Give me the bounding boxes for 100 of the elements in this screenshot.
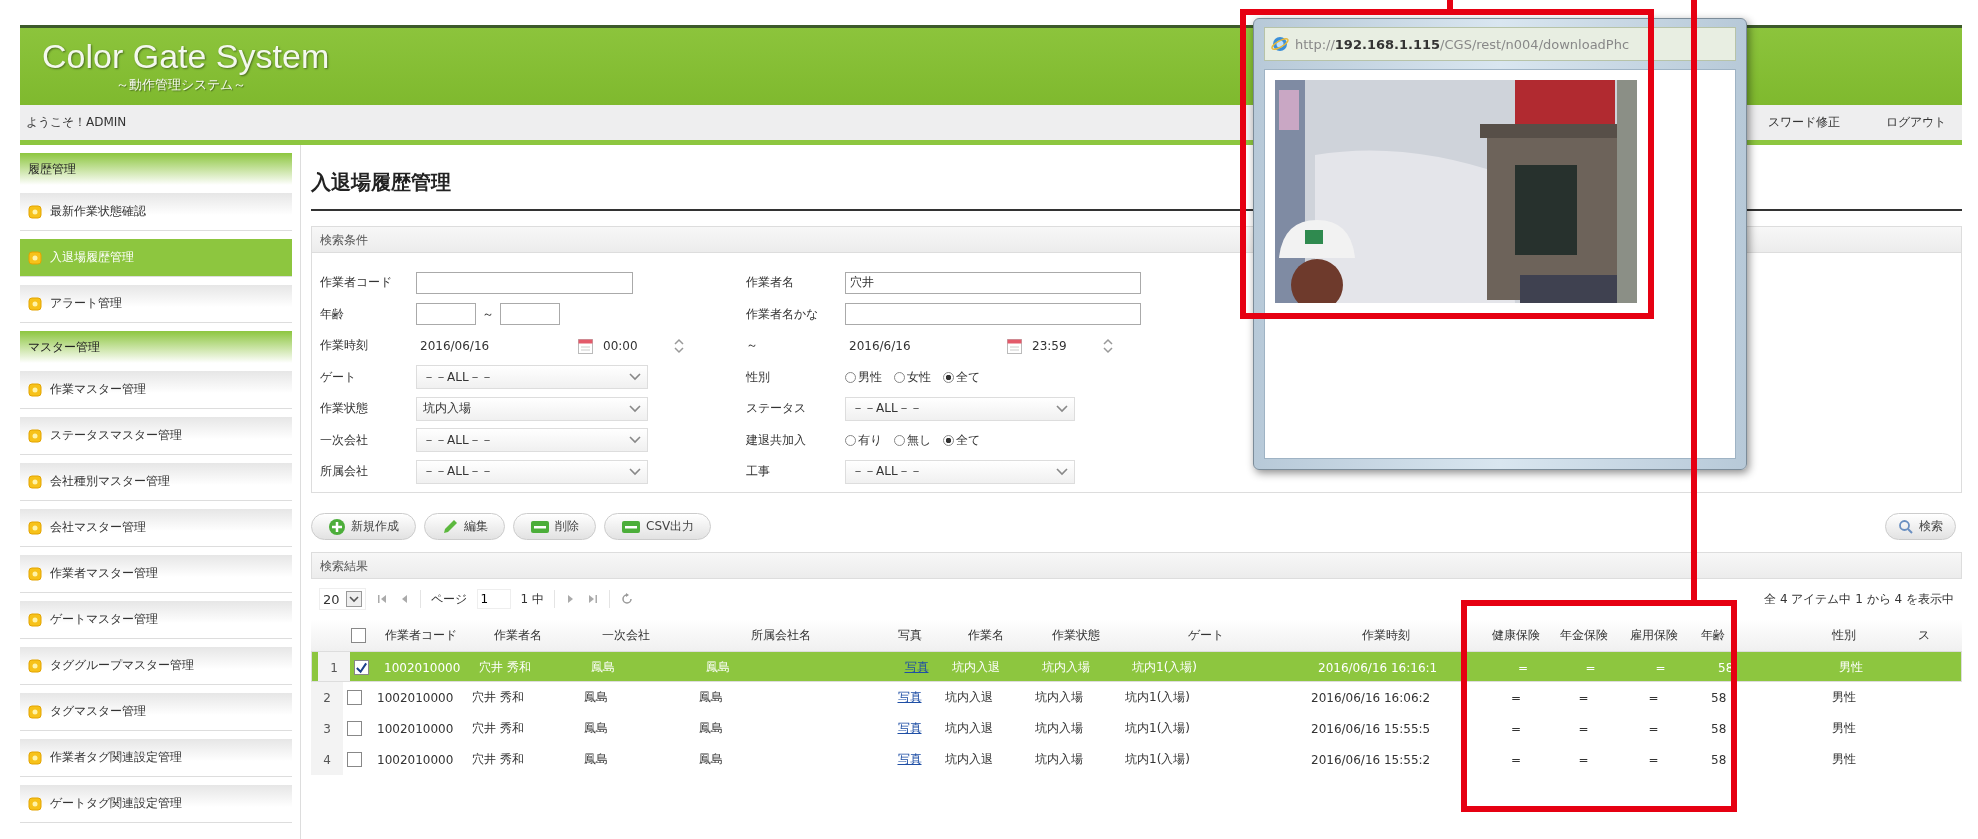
table-cell: 男性 [1838,659,1863,676]
column-header[interactable]: 作業者コード [373,619,468,651]
table-cell: = [1648,721,1659,736]
row-number: 1 [318,652,350,681]
column-header[interactable]: ス [1906,619,1958,651]
address-bar[interactable]: http://192.168.1.115/CGS/rest/n004/downloadPhc [1264,27,1736,61]
table-row[interactable]: 3 1002010000 穴井 秀和 鳳島 鳳島 写真 坑内入退 坑内入場 坑内1(入場) 2016/06/16 15:55:5 = = = 58 男性 [311,713,1962,744]
table-cell: 坑内入退 [945,720,993,737]
field-label: 年齢 [320,305,345,323]
table-cell: = [1655,660,1666,675]
column-header[interactable]: ゲート [1121,619,1291,651]
column-header[interactable]: 作業名 [941,619,1031,651]
column-header[interactable]: 健康保険 [1481,619,1551,651]
radio-label: 女性 [907,368,931,386]
select-field[interactable]: －－ALL－－ [416,365,648,390]
sidebar-item[interactable]: 作業者マスター管理 [20,555,292,593]
pager-summary: 全 4 アイテム中 1 から 4 を表示中 [1764,590,1954,608]
table-cell: 坑内入場 [1042,659,1090,676]
table-cell: 穴井 秀和 [472,720,524,737]
field-label: 作業者コード [320,274,393,292]
select-field[interactable]: －－ALL－－ [845,396,1075,421]
table-cell: 坑内入場 [1035,720,1083,737]
sidebar-item[interactable]: ステータスマスター管理 [20,417,292,455]
table-cell: 鳳島 [699,720,723,737]
radio-label: 無し [907,431,931,449]
table-cell: = [1578,690,1589,705]
row-number: 4 [311,744,343,775]
table-cell: 2016/06/16 16:06:2 [1311,690,1431,705]
column-header[interactable]: 一次会社 [568,619,683,651]
column-header[interactable]: 性別 [1781,619,1906,651]
field-label: ステータス [746,400,807,418]
header-link[interactable]: スワード修正 [1768,114,1840,131]
select-field[interactable]: －－ALL－－ [416,459,648,484]
page-size-select[interactable]: 20 [319,588,366,610]
select-field[interactable]: 坑内入場 [416,396,648,421]
table-cell: 鳳島 [584,689,608,706]
select-field[interactable]: －－ALL－－ [416,428,648,453]
photo-link[interactable]: 写真 [897,689,922,706]
action-button[interactable]: 編集 [424,513,505,540]
sidebar-item[interactable]: タグマスター管理 [20,693,292,731]
app-subtitle: ～動作管理システム～ [116,76,246,94]
field-label: ゲート [320,368,357,386]
radio-label: 男性 [858,368,882,386]
table-cell: 坑内入場 [1035,689,1083,706]
table-cell: 鳳島 [706,659,730,676]
table-cell: 1002010000 [377,752,454,767]
sidebar-item[interactable]: アラート管理 [20,285,292,323]
address-text: http://192.168.1.115/CGS/rest/n004/downloadPhc [1295,36,1630,52]
search-button[interactable]: 検索 [1885,513,1956,540]
field-label: ～ [746,337,759,355]
sidebar-item[interactable]: ゲートタグ関連設定管理 [20,785,292,823]
header-link[interactable]: ログアウト [1886,114,1946,131]
page-field[interactable]: 1 [476,589,511,609]
sidebar-item[interactable]: タググループマスター管理 [20,647,292,685]
table-cell: 鳳島 [699,751,723,768]
action-button[interactable]: 新規作成 [311,513,416,540]
photo-link[interactable]: 写真 [904,659,929,676]
section-bar: 検索結果 [311,552,1962,579]
column-header[interactable]: 雇用保険 [1616,619,1691,651]
sidebar-item[interactable]: 作業者タグ関連設定管理 [20,739,292,777]
photo-link[interactable]: 写真 [897,751,922,768]
table-cell: = [1578,721,1589,736]
sidebar-item[interactable]: 最新作業状態確認 [20,193,292,231]
sidebar-item[interactable]: 会社種別マスター管理 [20,463,292,501]
text-field[interactable]: 穴井 [845,271,1141,294]
table-cell: 58 [1711,752,1727,767]
sidebar-item[interactable]: ゲートマスター管理 [20,601,292,639]
table-cell: 男性 [1831,720,1856,737]
table-cell: = [1648,752,1659,767]
select-field[interactable]: －－ALL－－ [845,459,1075,484]
table-cell: = [1578,752,1589,767]
table-cell: 坑内入退 [945,689,993,706]
photo-link[interactable]: 写真 [897,720,922,737]
table-cell: 鳳島 [584,751,608,768]
table-cell: 穴井 秀和 [472,751,524,768]
table-cell: = [1517,660,1529,675]
table-cell: 2016/06/16 15:55:2 [1311,752,1431,767]
sidebar-item[interactable]: 作業マスター管理 [20,371,292,409]
action-button[interactable]: CSV出力 [604,513,712,540]
table-row[interactable]: 2 1002010000 穴井 秀和 鳳島 鳳島 写真 坑内入退 坑内入場 坑内1(入場) 2016/06/16 16:06:2 = = = 58 男性 [311,682,1962,713]
column-header[interactable]: 作業者名 [468,619,568,651]
sidebar-section-header: マスター管理 [20,331,292,363]
table-cell: 鳳島 [584,720,608,737]
table-row[interactable]: 4 1002010000 穴井 秀和 鳳島 鳳島 写真 坑内入退 坑内入場 坑内1(入場) 2016/06/16 15:55:2 = = = 58 男性 [311,744,1962,775]
welcome-text: ようこそ！ADMIN [26,114,127,131]
table-cell: 1002010000 [377,721,454,736]
column-header[interactable]: 年金保険 [1551,619,1616,651]
field-label: 作業状態 [320,400,369,418]
column-header[interactable]: 所属会社名 [683,619,878,651]
sidebar-item[interactable]: 会社マスター管理 [20,509,292,547]
field-label: 一次会社 [320,431,369,449]
row-number: 2 [311,682,343,713]
action-button[interactable]: 削除 [513,513,596,540]
column-header[interactable]: 年齢 [1691,619,1781,651]
app-title: Color Gate System [42,36,330,76]
table-cell: 坑内1(入場) [1132,659,1197,676]
table-cell: 58 [1711,690,1727,705]
column-header[interactable]: 作業状態 [1031,619,1121,651]
column-header[interactable]: 作業時刻 [1291,619,1481,651]
column-header[interactable]: 写真 [878,619,941,651]
